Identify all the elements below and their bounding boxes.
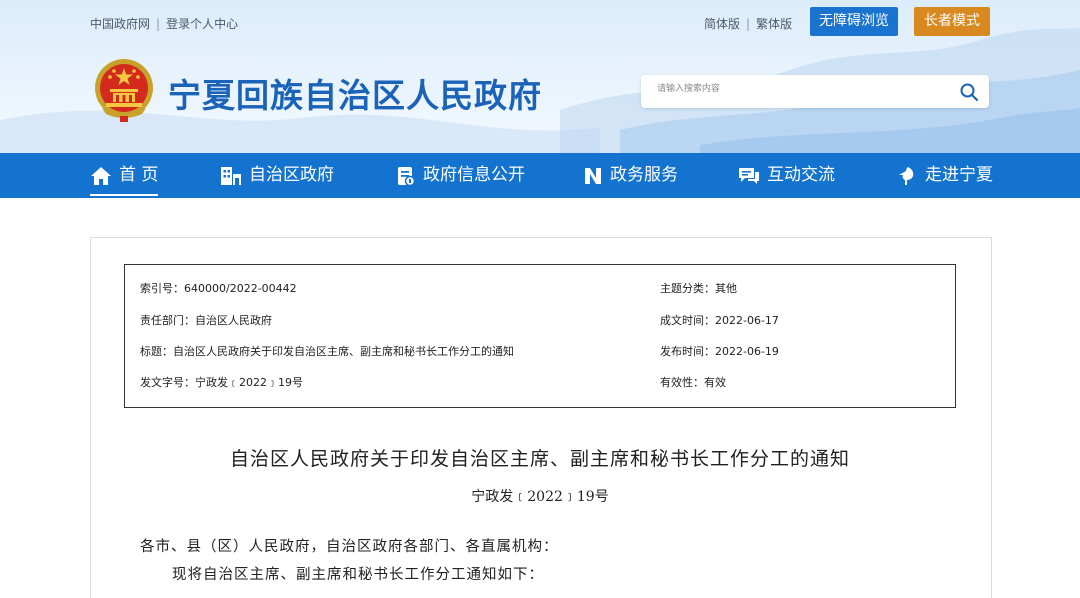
nav-label: 政务服务 xyxy=(610,165,678,185)
language-switch: 简体版 | 繁体版 xyxy=(704,15,792,32)
divider: | xyxy=(746,17,751,31)
search-box xyxy=(641,75,989,108)
search-input[interactable] xyxy=(655,83,949,95)
meta-publish-date: 发布时间：2022-06-19 xyxy=(660,345,779,358)
document-body-paragraph: 现将自治区主席、副主席和秘书长工作分工通知如下： xyxy=(172,567,544,583)
document-number: 宁政发﹝2022﹞19号 xyxy=(471,489,609,505)
service-icon xyxy=(585,167,601,184)
nav-item-ningxia[interactable]: 走进宁夏 xyxy=(898,153,993,198)
meta-title: 标题：自治区人民政府关于印发自治区主席、副主席和秘书长工作分工的通知 xyxy=(140,345,514,358)
nav-item-interaction[interactable]: 互动交流 xyxy=(738,153,835,198)
meta-department: 责任部门：自治区人民政府 xyxy=(140,314,272,327)
document-salutation: 各市、县（区）人民政府，自治区政府各部门、各直属机构： xyxy=(140,539,559,555)
nav-item-services[interactable]: 政务服务 xyxy=(583,153,678,198)
gov-net-link[interactable]: 中国政府网 xyxy=(90,17,150,31)
divider: | xyxy=(156,17,161,31)
nav-label: 互动交流 xyxy=(767,165,835,185)
nav-label: 走进宁夏 xyxy=(925,165,993,185)
national-emblem-icon xyxy=(95,59,153,122)
meta-doc-number: 发文字号：宁政发﹝2022﹞19号 xyxy=(140,376,303,389)
site-header: 中国政府网 | 登录个人中心 简体版 | 繁体版 无障碍浏览 长者模式 宁夏回族自治区人… xyxy=(0,0,1080,153)
info-disclosure-icon xyxy=(398,166,416,186)
nav-label: 政府信息公开 xyxy=(423,165,525,185)
nav-item-home[interactable]: 首 页 xyxy=(90,153,158,198)
meta-category: 主题分类：其他 xyxy=(660,282,737,295)
site-title: 宁夏回族自治区人民政府 xyxy=(168,76,542,115)
leaf-icon xyxy=(899,166,914,185)
nav-item-government[interactable]: 自治区政府 xyxy=(220,153,334,198)
main-nav: 首 页 自治区政府 政府信息公开 政务服务 互动交流 走进宁夏 xyxy=(0,153,1080,198)
home-icon xyxy=(91,166,111,185)
meta-written-date: 成文时间：2022-06-17 xyxy=(660,314,779,327)
accessible-browse-button[interactable]: 无障碍浏览 xyxy=(810,7,898,36)
nav-item-info-disclosure[interactable]: 政府信息公开 xyxy=(396,153,525,198)
nav-label: 首 页 xyxy=(119,165,159,185)
meta-index-number: 索引号：640000/2022-00442 xyxy=(140,282,297,295)
building-icon xyxy=(221,166,241,185)
meta-validity: 有效性：有效 xyxy=(660,376,726,389)
traditional-link[interactable]: 繁体版 xyxy=(756,17,792,31)
search-icon[interactable] xyxy=(959,82,979,102)
top-links: 中国政府网 | 登录个人中心 xyxy=(90,15,238,32)
document-title: 自治区人民政府关于印发自治区主席、副主席和秘书长工作分工的通知 xyxy=(229,448,850,470)
elder-mode-button[interactable]: 长者模式 xyxy=(914,7,990,36)
chat-icon xyxy=(739,167,759,184)
nav-label: 自治区政府 xyxy=(249,165,334,185)
active-underline xyxy=(90,194,158,196)
simplified-link[interactable]: 简体版 xyxy=(704,17,740,31)
login-link[interactable]: 登录个人中心 xyxy=(166,17,238,31)
